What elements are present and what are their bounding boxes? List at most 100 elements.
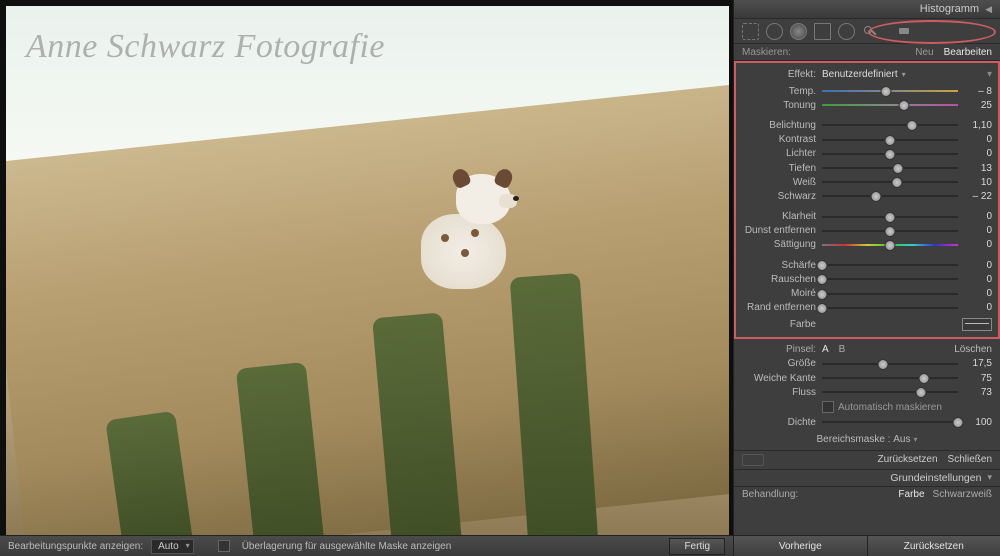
reset-all-button[interactable]: Zurücksetzen <box>868 536 1000 556</box>
slider-tiefen[interactable] <box>822 163 958 173</box>
automask-label: Automatisch maskieren <box>838 402 942 413</box>
slider-tonung[interactable] <box>822 100 958 110</box>
slider-label: Weiß <box>742 177 816 188</box>
slider-weichekante[interactable] <box>822 373 958 383</box>
slider-belichtung[interactable] <box>822 120 958 130</box>
slider-value: 0 <box>964 225 992 236</box>
slider-klarheit[interactable] <box>822 212 958 222</box>
mask-overlay-checkbox[interactable] <box>218 540 230 552</box>
slider-label: Kontrast <box>742 134 816 145</box>
density-slider[interactable] <box>822 417 958 427</box>
automask-checkbox[interactable] <box>822 401 834 413</box>
brush-tool-highlight <box>899 28 909 34</box>
effect-panel: Effekt: Benutzerdefiniert ▾ ▾ Temp.– 8To… <box>734 61 1000 339</box>
annotation-oval <box>868 20 996 44</box>
dog-subject <box>411 154 531 304</box>
previous-button[interactable]: Vorherige <box>734 536 868 556</box>
panel-collapse-icon[interactable]: ▾ <box>987 69 992 80</box>
slider-label: Weiche Kante <box>742 373 816 384</box>
basic-panel-header[interactable]: Grundeinstellungen ▾ <box>734 470 1000 487</box>
effect-title: Effekt: <box>742 69 822 80</box>
local-adjust-toolstrip <box>734 19 1000 44</box>
slider-sttigung[interactable] <box>822 240 958 250</box>
mask-edit-button[interactable]: Bearbeiten <box>944 47 992 58</box>
watermark-text: Anne Schwarz Fotografie <box>26 28 385 66</box>
redeye-tool-icon[interactable] <box>790 23 807 40</box>
slider-lichter[interactable] <box>822 149 958 159</box>
slider-wei[interactable] <box>822 177 958 187</box>
slider-value: 0 <box>964 288 992 299</box>
slider-label: Belichtung <box>742 120 816 131</box>
histogram-title: Histogramm <box>920 3 979 15</box>
slider-temp[interactable] <box>822 86 958 96</box>
slider-value: 0 <box>964 302 992 313</box>
slider-value: 13 <box>964 163 992 174</box>
slider-gre[interactable] <box>822 359 958 369</box>
slider-value: 0 <box>964 211 992 222</box>
slider-value: 17,5 <box>964 358 992 369</box>
slider-kontrast[interactable] <box>822 135 958 145</box>
close-button[interactable]: Schließen <box>948 454 992 465</box>
slider-value: 0 <box>964 239 992 250</box>
slider-label: Tonung <box>742 100 816 111</box>
brush-label: Pinsel: <box>742 344 822 355</box>
brush-panel: Pinsel: A B Löschen Größe 17,5 Weiche Kant… <box>734 339 1000 450</box>
mask-label: Maskieren: <box>742 47 791 58</box>
slider-randentfernen[interactable] <box>822 303 958 313</box>
chevron-down-icon: ▾ <box>987 472 992 483</box>
show-edit-pins-label: Bearbeitungspunkte anzeigen: <box>8 541 143 552</box>
reset-button[interactable]: Zurücksetzen <box>878 454 938 465</box>
mask-new-button[interactable]: Neu <box>915 47 933 58</box>
treatment-color-button[interactable]: Farbe <box>898 489 924 500</box>
canvas-toolbar: Bearbeitungspunkte anzeigen: Auto Überla… <box>0 535 733 556</box>
slider-label: Fluss <box>742 387 816 398</box>
mask-overlay-label: Überlagerung für ausgewählte Maske anzei… <box>242 541 452 552</box>
brush-tool-icon[interactable] <box>862 24 877 39</box>
spot-tool-icon[interactable] <box>766 23 783 40</box>
slider-value: 0 <box>964 260 992 271</box>
slider-value: 10 <box>964 177 992 188</box>
brush-a-button[interactable]: A <box>822 344 829 355</box>
treatment-bw-button[interactable]: Schwarzweiß <box>933 489 992 500</box>
slider-value: – 22 <box>964 191 992 202</box>
slider-label: Größe <box>742 358 816 369</box>
slider-rauschen[interactable] <box>822 274 958 284</box>
rangemask-label: Bereichsmaske : <box>817 434 891 445</box>
show-edit-pins-select[interactable]: Auto <box>151 539 194 554</box>
color-swatch[interactable] <box>962 318 992 331</box>
slider-value: 1,10 <box>964 120 992 131</box>
slider-schrfe[interactable] <box>822 260 958 270</box>
slider-label: Sättigung <box>742 239 816 250</box>
slider-value: 0 <box>964 274 992 285</box>
slider-dunstentfernen[interactable] <box>822 226 958 236</box>
chevron-down-icon: ▾ <box>913 435 917 444</box>
chevron-left-icon: ◀ <box>985 4 992 15</box>
brush-erase-button[interactable]: Löschen <box>954 344 992 355</box>
rangemask-menu[interactable]: Aus <box>893 434 910 445</box>
color-label: Farbe <box>742 319 822 330</box>
slider-label: Rauschen <box>742 274 816 285</box>
slider-label: Schwarz <box>742 191 816 202</box>
density-label: Dichte <box>742 417 816 428</box>
histogram-panel-header[interactable]: Histogramm ◀ <box>734 0 1000 19</box>
slider-label: Lichter <box>742 148 816 159</box>
slider-moir[interactable] <box>822 289 958 299</box>
panel-toggle-switch[interactable] <box>742 454 764 466</box>
slider-schwarz[interactable] <box>822 191 958 201</box>
slider-value: 0 <box>964 148 992 159</box>
slider-label: Klarheit <box>742 211 816 222</box>
slider-value: 75 <box>964 373 992 384</box>
slider-value: 73 <box>964 387 992 398</box>
slider-value: – 8 <box>964 86 992 97</box>
done-button[interactable]: Fertig <box>669 538 725 555</box>
basic-title: Grundeinstellungen <box>890 472 981 484</box>
density-value: 100 <box>964 417 992 428</box>
crop-tool-icon[interactable] <box>742 23 759 40</box>
photo-canvas[interactable]: Anne Schwarz Fotografie <box>6 6 729 535</box>
slider-fluss[interactable] <box>822 387 958 397</box>
brush-b-button[interactable]: B <box>839 344 846 355</box>
slider-value: 25 <box>964 100 992 111</box>
radial-filter-icon[interactable] <box>838 23 855 40</box>
graduated-filter-icon[interactable] <box>814 23 831 40</box>
effect-preset-menu[interactable]: Benutzerdefiniert <box>822 69 898 80</box>
